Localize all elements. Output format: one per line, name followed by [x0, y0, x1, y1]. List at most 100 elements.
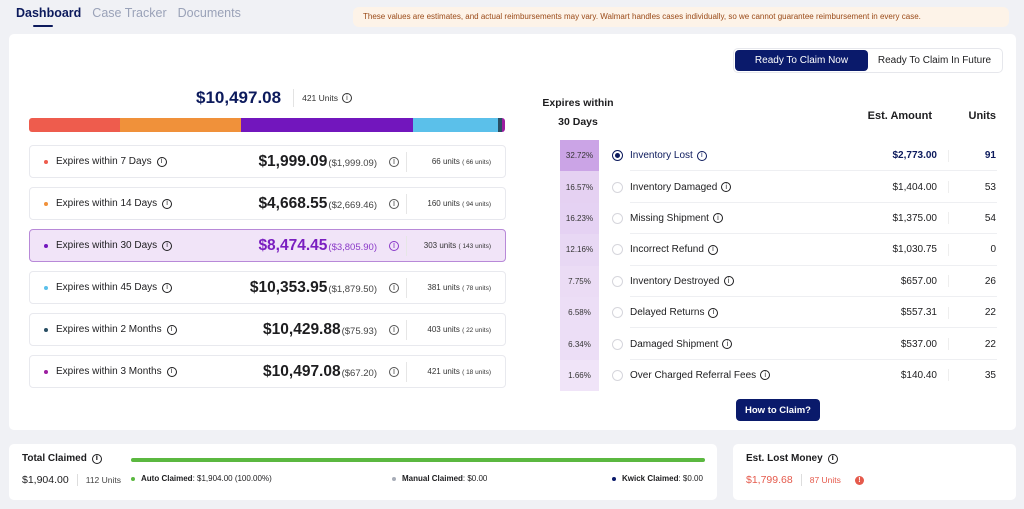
category-units: 91 [984, 150, 996, 162]
info-icon[interactable]: i [712, 213, 723, 224]
divider [406, 320, 407, 340]
info-icon[interactable]: i [162, 198, 173, 209]
expiry-row[interactable]: Expires within 30 Days i $8,474.45 ($3,805.… [29, 229, 506, 262]
percentage-cell: 6.58% [560, 296, 599, 329]
tab-case-tracker[interactable]: Case Tracker [92, 6, 166, 24]
legend-dot [131, 476, 135, 481]
category-radio[interactable] [612, 181, 623, 193]
category-row[interactable]: Incorrect Refund i $1,030.75 0 [612, 234, 997, 266]
total-claimed-units: 112 Units [85, 475, 121, 485]
info-icon[interactable]: i [389, 367, 399, 377]
category-amount: $537.00 [900, 338, 937, 350]
category-units: 26 [984, 275, 996, 287]
category-row[interactable]: Inventory Destroyed i $657.00 26 [612, 266, 997, 297]
category-radio[interactable] [612, 150, 623, 162]
expiry-sub-units: ( 78 units) [462, 285, 491, 292]
tab-documents[interactable]: Documents [178, 6, 241, 24]
info-icon[interactable]: i [162, 282, 173, 293]
color-dot [44, 159, 48, 164]
info-icon[interactable]: i [723, 276, 734, 287]
info-icon[interactable]: i [156, 156, 167, 167]
category-radio[interactable] [612, 369, 623, 381]
expiry-sub-units: ( 22 units) [462, 327, 491, 334]
category-units: 0 [990, 244, 996, 256]
info-icon[interactable]: i [162, 240, 173, 251]
legend-dot [612, 476, 616, 481]
category-row[interactable]: Damaged Shipment i $537.00 22 [612, 328, 997, 360]
info-icon[interactable]: i [721, 182, 732, 193]
alert-icon[interactable]: ! [854, 475, 864, 485]
lost-money-title: Est. Lost Money [746, 453, 823, 464]
category-amount: $1,404.00 [892, 181, 938, 193]
claim-timing-toggle: Ready To Claim Now Ready To Claim In Fut… [733, 48, 1003, 73]
info-icon[interactable]: i [760, 370, 771, 381]
info-icon[interactable]: i [389, 157, 399, 167]
total-claimed-amount: $1,904.00 [22, 474, 69, 486]
expiry-row[interactable]: Expires within 2 Months i $10,429.88 ($75.9… [29, 313, 506, 346]
category-units: 22 [984, 307, 996, 319]
info-icon[interactable]: i [389, 325, 399, 335]
info-icon[interactable]: i [389, 283, 399, 293]
category-radio[interactable] [612, 244, 623, 256]
category-radio[interactable] [612, 338, 623, 350]
legend-auto-claimed: Auto Claimed: $1,904.00 (100.00%) [131, 474, 272, 483]
expiry-row[interactable]: Expires within 3 Months i $10,497.08 ($67.2… [29, 355, 506, 388]
category-radio[interactable] [612, 275, 623, 287]
category-radio[interactable] [612, 212, 623, 224]
tab-dashboard[interactable]: Dashboard [16, 6, 81, 27]
breakdown-title-line1: Expires within [542, 97, 614, 109]
expiry-row[interactable]: Expires within 14 Days i $4,668.55 ($2,669.… [29, 187, 506, 220]
expiry-sub-units: ( 94 units) [462, 201, 491, 208]
category-row[interactable]: Missing Shipment i $1,375.00 54 [612, 203, 997, 235]
category-amount: $1,375.00 [892, 212, 938, 224]
expiry-units: 303 units [423, 241, 457, 250]
category-radio[interactable] [612, 307, 623, 319]
divider [800, 474, 802, 486]
info-icon[interactable]: i [166, 324, 177, 335]
info-icon[interactable]: i [342, 93, 353, 103]
expiry-amount: $10,353.95 [249, 278, 328, 296]
expiry-sub-amount: ($2,669.46) [328, 199, 377, 211]
total-summary: $10,497.08 421 Units i [196, 88, 353, 108]
category-row[interactable]: Over Charged Referral Fees i $140.40 35 [612, 360, 997, 391]
expiry-row[interactable]: Expires within 7 Days i $1,999.09 ($1,999.0… [29, 145, 506, 178]
category-name: Inventory Lost [630, 150, 693, 162]
category-row[interactable]: Inventory Damaged i $1,404.00 53 [612, 171, 997, 203]
percentage-cell: 1.66% [560, 359, 599, 392]
how-to-claim-button[interactable]: How to Claim? [736, 399, 820, 421]
expiry-label: Expires within 14 Days [56, 198, 158, 209]
info-icon[interactable]: i [389, 199, 399, 209]
category-row[interactable]: Delayed Returns i $557.31 22 [612, 297, 997, 329]
info-icon[interactable]: i [389, 241, 399, 251]
legend-label: Auto Claimed [141, 474, 193, 483]
info-icon[interactable]: i [722, 339, 733, 350]
stack-segment [501, 118, 505, 132]
expiry-sub-amount: ($1,879.50) [328, 283, 377, 295]
divider [76, 474, 78, 486]
breakdown-title: Expires within 30 Days [540, 94, 616, 132]
expiry-sub-amount: ($67.20) [341, 367, 377, 379]
category-name: Delayed Returns [630, 307, 705, 319]
category-units: 35 [984, 369, 996, 381]
info-icon[interactable]: i [827, 453, 838, 464]
expiry-units: 403 units [427, 325, 460, 334]
ready-to-claim-future-button[interactable]: Ready To Claim In Future [868, 50, 1001, 71]
color-dot [44, 327, 48, 332]
ready-to-claim-now-button[interactable]: Ready To Claim Now [735, 50, 868, 71]
info-icon[interactable]: i [166, 366, 177, 377]
info-icon[interactable]: i [91, 453, 102, 464]
total-claimed-title: Total Claimed [22, 453, 87, 464]
category-list: Inventory Lost i $2,773.00 91 Inventory Dama… [612, 140, 997, 391]
info-icon[interactable]: i [696, 150, 707, 161]
expiry-row[interactable]: Expires within 45 Days i $10,353.95 ($1,879… [29, 271, 506, 304]
category-name: Damaged Shipment [630, 338, 719, 350]
category-row[interactable]: Inventory Lost i $2,773.00 91 [612, 140, 997, 172]
claimed-progress-fill [131, 458, 705, 462]
legend-label: Kwick Claimed [622, 474, 679, 483]
legend-dot [392, 476, 396, 481]
info-icon[interactable]: i [708, 307, 719, 318]
claimed-progress-bar [131, 458, 705, 462]
legend-label: Manual Claimed [402, 474, 463, 483]
category-units: 22 [984, 338, 996, 350]
info-icon[interactable]: i [707, 244, 718, 255]
